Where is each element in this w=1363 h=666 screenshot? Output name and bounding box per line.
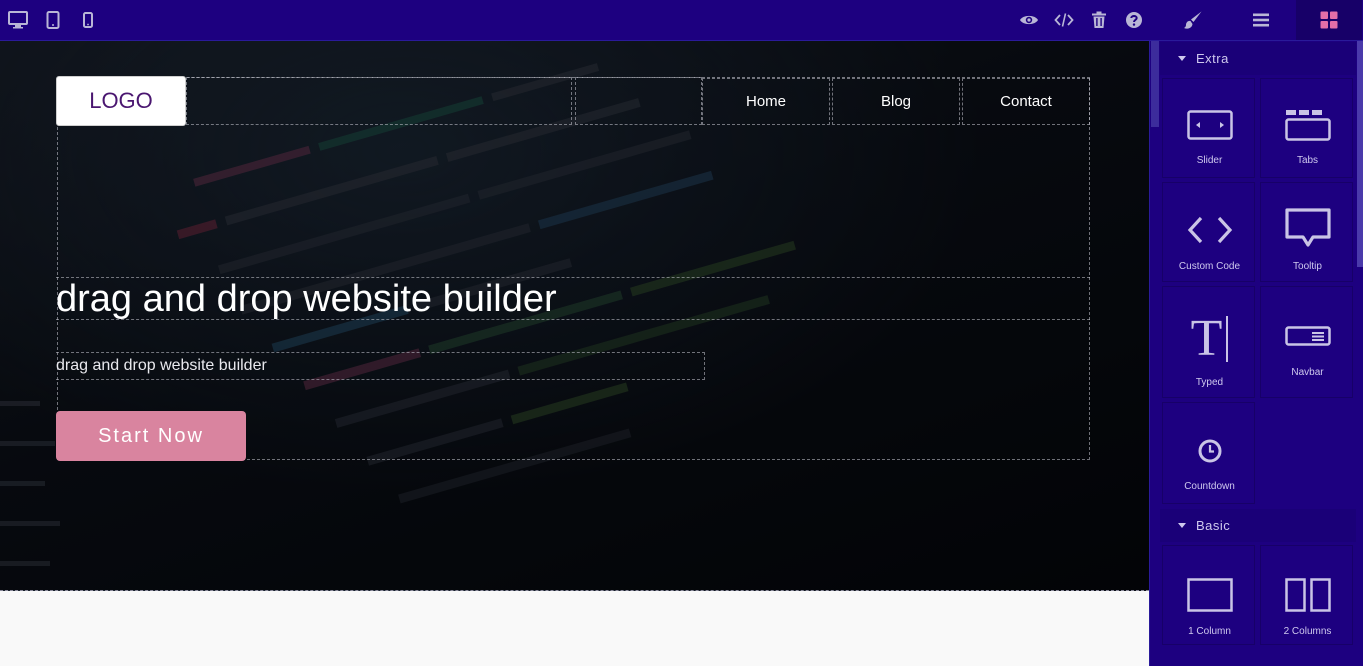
question-icon: [1126, 12, 1142, 28]
one-column-icon: [1163, 578, 1256, 612]
category-extra-header[interactable]: Extra: [1160, 42, 1356, 75]
category-basic-header[interactable]: Basic: [1160, 509, 1356, 542]
help-button[interactable]: [1117, 0, 1151, 40]
navbar-spacer: [186, 77, 572, 125]
category-extra-title: Extra: [1196, 51, 1229, 66]
panel-scrollbar[interactable]: [1356, 41, 1363, 666]
logo[interactable]: LOGO: [56, 76, 186, 126]
block-label: Countdown: [1184, 481, 1235, 492]
block-label: 2 Columns: [1283, 626, 1332, 637]
tabs-icon: [1261, 109, 1354, 141]
block-label: Slider: [1196, 155, 1223, 166]
clear-canvas-button[interactable]: [1082, 0, 1116, 40]
paint-brush-icon: [1184, 11, 1202, 29]
hero-title[interactable]: drag and drop website builder: [56, 277, 1090, 320]
navbar-icon: [1261, 326, 1354, 346]
clock-icon: [1163, 439, 1256, 463]
mobile-icon: [83, 12, 93, 28]
view-code-button[interactable]: [1047, 0, 1081, 40]
blocks-panel: Extra Slider Tabs Custom Code Tooltip T …: [1149, 41, 1363, 666]
block-label: Navbar: [1291, 367, 1324, 378]
block-navbar[interactable]: Navbar: [1260, 286, 1353, 398]
style-manager-button[interactable]: [1160, 0, 1226, 40]
block-countdown[interactable]: Countdown: [1162, 402, 1255, 504]
desktop-icon: [8, 11, 28, 29]
block-slider[interactable]: Slider: [1162, 78, 1255, 178]
block-typed[interactable]: T Typed: [1162, 286, 1255, 398]
nav-link-contact[interactable]: Contact: [962, 78, 1090, 125]
block-label: Custom Code: [1178, 261, 1241, 272]
block-tooltip[interactable]: Tooltip: [1260, 182, 1353, 282]
navbar-menu: [575, 77, 702, 125]
block-label: Tabs: [1296, 155, 1319, 166]
start-now-button[interactable]: Start Now: [56, 411, 246, 461]
mobile-device-button[interactable]: [71, 0, 105, 40]
canvas-scrollbar[interactable]: [1150, 41, 1160, 666]
grid-icon: [1320, 11, 1338, 29]
desktop-device-button[interactable]: [1, 0, 35, 40]
block-label: Typed: [1195, 377, 1224, 388]
editor-toolbar: [0, 0, 1363, 41]
hero-container[interactable]: [57, 77, 1090, 460]
slider-icon: [1163, 110, 1256, 140]
layer-manager-button[interactable]: [1228, 0, 1294, 40]
bars-icon: [1253, 13, 1269, 27]
code-icon: [1054, 13, 1074, 27]
typed-icon: T: [1163, 313, 1256, 365]
hero-section[interactable]: LOGO Home Blog Contact drag and drop web…: [0, 41, 1149, 591]
code-icon: [1163, 215, 1256, 245]
two-columns-icon: [1261, 578, 1354, 612]
tablet-icon: [46, 11, 60, 29]
block-custom-code[interactable]: Custom Code: [1162, 182, 1255, 282]
block-label: Tooltip: [1293, 261, 1322, 272]
caret-down-icon: [1178, 523, 1186, 528]
category-basic-title: Basic: [1196, 518, 1231, 533]
block-2-columns[interactable]: 2 Columns: [1260, 545, 1353, 645]
block-tabs[interactable]: Tabs: [1260, 78, 1353, 178]
hero-subtitle[interactable]: drag and drop website builder: [56, 352, 705, 380]
preview-button[interactable]: [1012, 0, 1046, 40]
caret-down-icon: [1178, 56, 1186, 61]
block-1-column[interactable]: 1 Column: [1162, 545, 1255, 645]
tablet-device-button[interactable]: [36, 0, 70, 40]
canvas-scrollbar-thumb[interactable]: [1151, 41, 1159, 127]
blocks-panel-button[interactable]: [1296, 0, 1362, 40]
panel-scrollbar-thumb[interactable]: [1357, 41, 1363, 267]
trash-icon: [1092, 11, 1106, 28]
eye-icon: [1020, 15, 1038, 25]
nav-link-home[interactable]: Home: [702, 78, 830, 125]
editor-canvas[interactable]: LOGO Home Blog Contact drag and drop web…: [0, 41, 1149, 666]
tooltip-icon: [1261, 207, 1354, 251]
block-label: 1 Column: [1188, 626, 1231, 637]
nav-link-blog[interactable]: Blog: [832, 78, 960, 125]
